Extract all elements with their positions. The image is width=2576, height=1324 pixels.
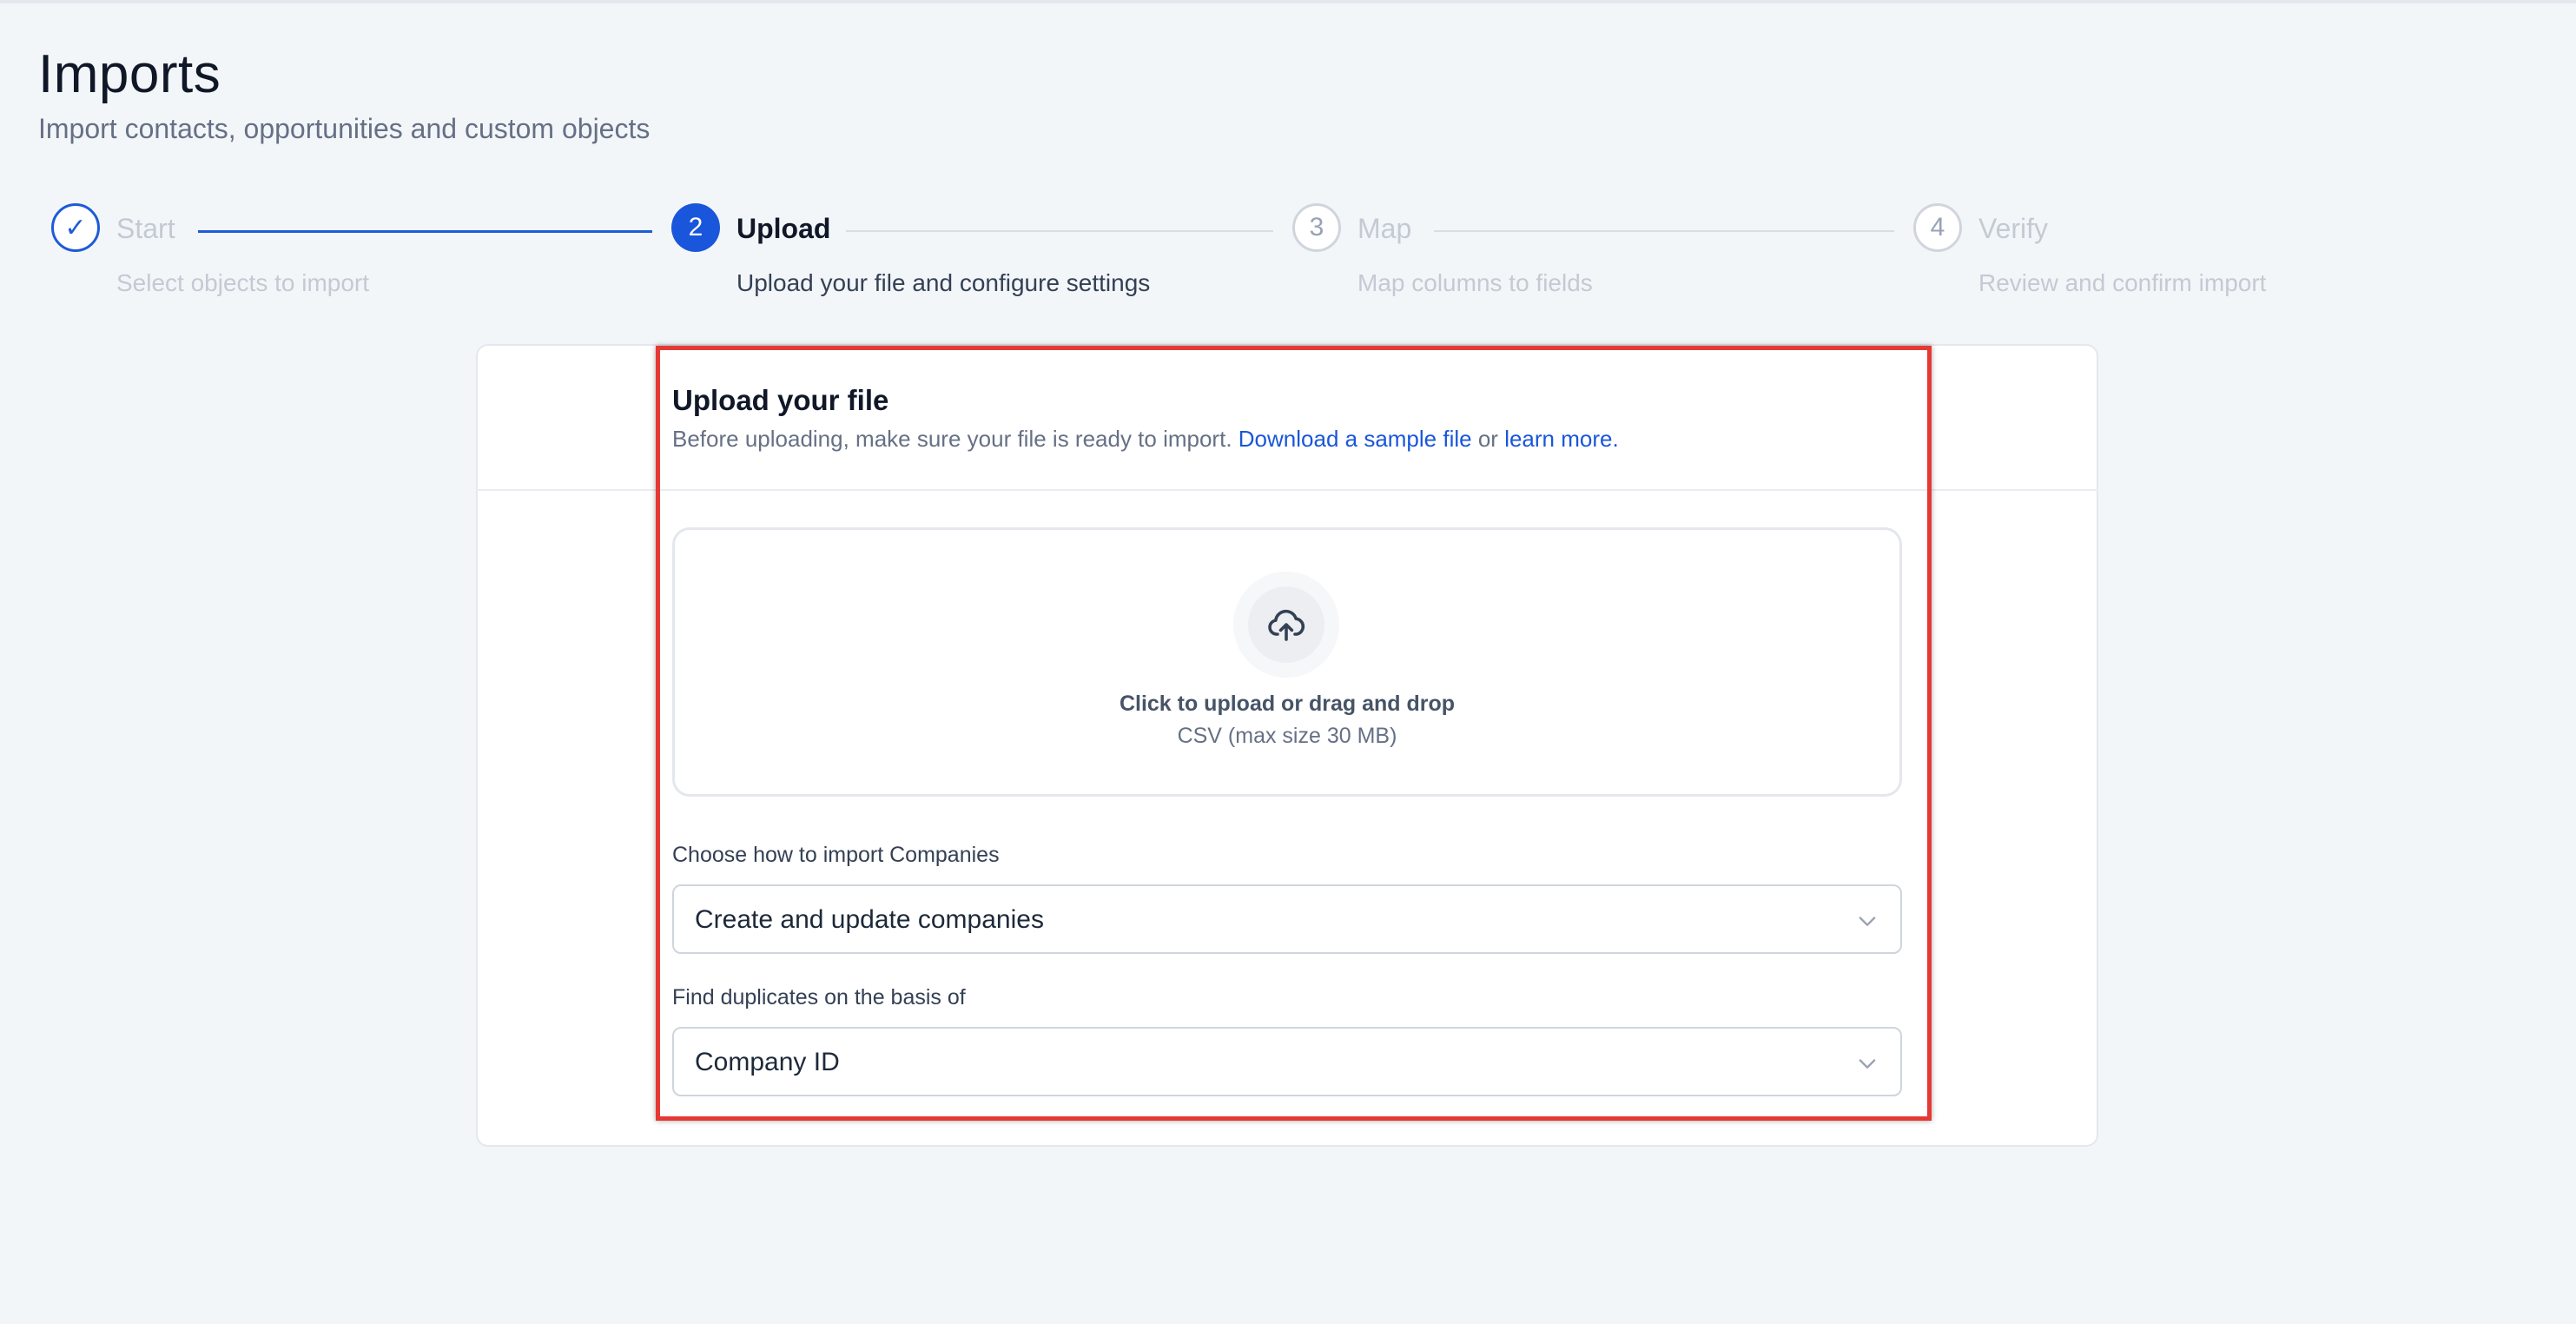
step-start-title[interactable]: Start <box>116 213 175 245</box>
step-verify-title: Verify <box>1978 213 2049 244</box>
annotation-highlight-box <box>656 346 1932 1121</box>
step-connector <box>1434 230 1894 232</box>
step-start-description: Select objects to import <box>116 269 370 296</box>
step-start-check-icon[interactable]: ✓ <box>51 203 100 252</box>
step-map-number: 3 <box>1292 203 1341 252</box>
step-map-title: Map <box>1357 213 1412 244</box>
step-connector-completed <box>198 230 652 233</box>
step-upload-title: Upload <box>736 213 831 244</box>
step-verify-description: Review and confirm import <box>1978 269 2267 296</box>
step-connector <box>846 230 1273 232</box>
top-border <box>0 0 2576 3</box>
page-title: Imports <box>38 44 221 104</box>
step-map-description: Map columns to fields <box>1357 269 1593 296</box>
step-upload-description: Upload your file and configure settings <box>736 269 1151 296</box>
step-upload-number: 2 <box>671 203 720 252</box>
page-subtitle: Import contacts, opportunities and custo… <box>38 113 651 144</box>
step-verify-number: 4 <box>1913 203 1962 252</box>
